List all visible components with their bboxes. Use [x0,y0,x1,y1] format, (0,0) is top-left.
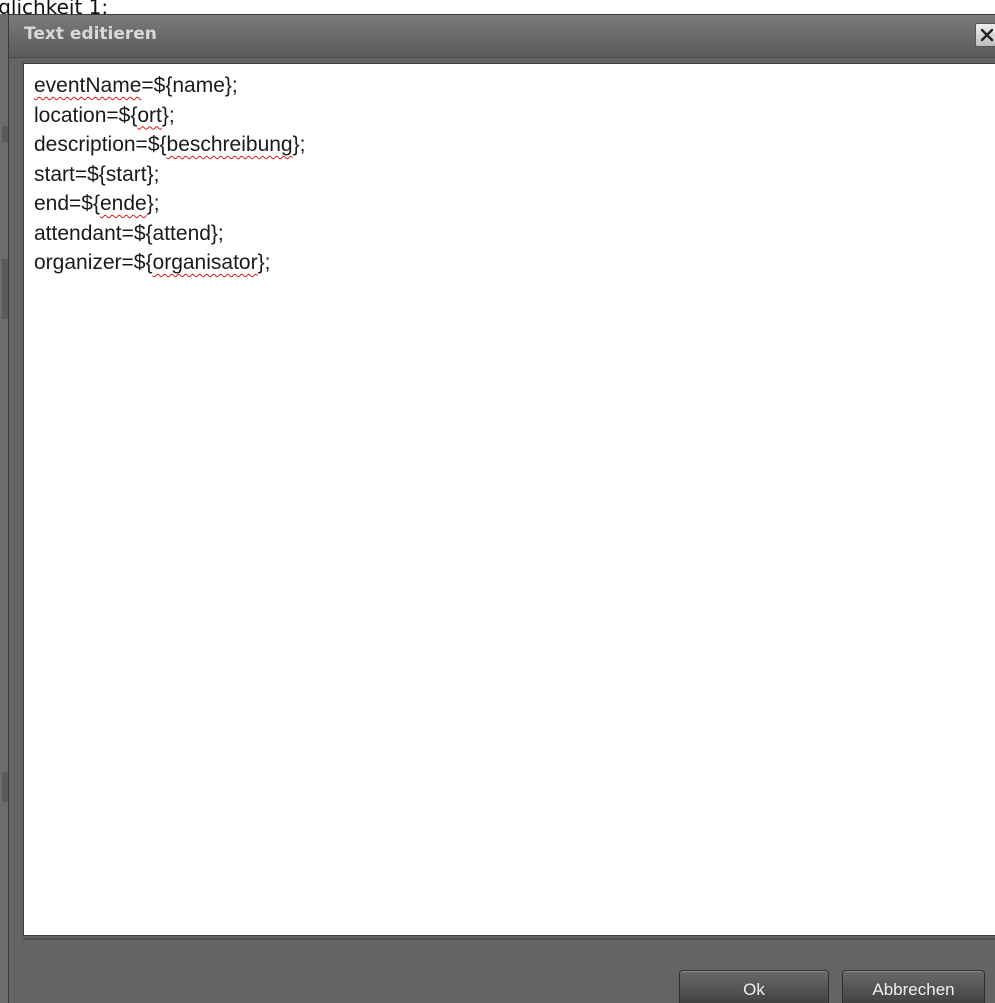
misspelled-word: ort [137,103,162,127]
ok-button[interactable]: Ok [679,970,829,1003]
editor-text: location=${ [34,103,138,127]
editor-text: start=${start}; [34,162,160,186]
editor-text: }; [257,251,271,274]
misspelled-word: beschreibung [166,133,293,156]
close-button[interactable] [975,23,995,47]
editor-text: }; [292,133,306,156]
editor-line: eventName=${name}; [34,71,985,101]
editor-text: =${name}; [141,74,238,97]
editor-line: location=${ort}; [34,101,985,131]
editor-text: }; [161,103,175,127]
cancel-button-label: Abbrechen [872,979,955,999]
editor-text: organizer=${ [34,251,153,274]
close-icon [980,28,994,42]
editor-line: organizer=${organisator}; [34,248,985,278]
editor-text: description=${ [34,133,167,156]
editor-line: end=${ende}; [34,189,985,219]
dialog-title: Text editieren [24,24,157,44]
editor-line: attendant=${attend}; [34,219,985,249]
misspelled-word: ende [100,192,147,215]
editor-line: start=${start}; [34,160,985,190]
editor-line: description=${beschreibung}; [34,130,985,160]
text-editor[interactable]: eventName=${name}; location=${ort}; descri… [23,63,995,936]
cancel-button[interactable]: Abbrechen [842,970,985,1003]
ok-button-label: Ok [743,979,765,999]
footer-divider [23,938,995,940]
editor-text: end=${ [34,192,100,215]
dialog-titlebar[interactable]: Text editieren [9,15,995,58]
misspelled-word: eventName [34,74,142,97]
misspelled-word: organisator [152,251,258,274]
editor-text: }; [146,192,160,215]
editor-text: attendant=${attend}; [34,221,224,245]
screen: öglichkeit 1: Text editieren eventName=$… [0,0,995,1003]
edit-text-dialog: Text editieren eventName=${name}; locatio… [8,14,995,1003]
